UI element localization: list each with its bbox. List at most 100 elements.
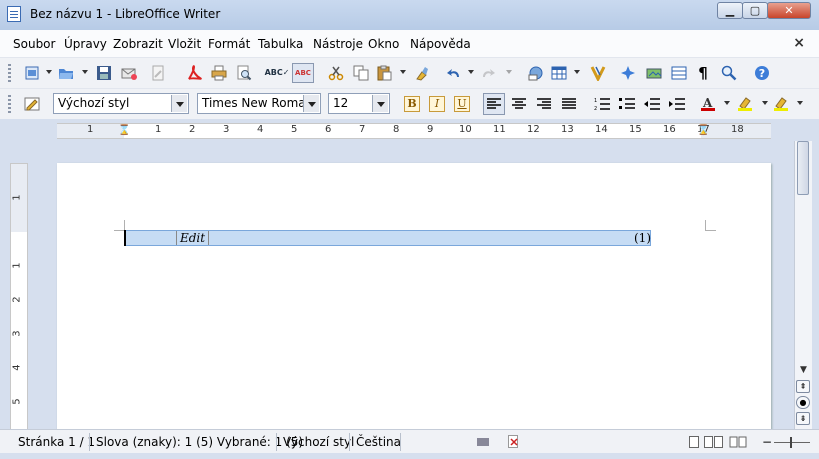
align-right-button[interactable] (536, 96, 552, 112)
new-document-icon[interactable] (24, 65, 40, 81)
background-color-dropdown-icon[interactable] (797, 101, 803, 105)
redo-dropdown-icon[interactable] (506, 70, 512, 74)
font-color-icon[interactable]: A (700, 96, 716, 112)
menu-nastroje[interactable]: Nástroje (313, 37, 363, 51)
navigator-icon[interactable] (620, 65, 636, 81)
single-page-view-icon[interactable] (689, 436, 699, 448)
cut-icon[interactable] (328, 65, 344, 81)
crop-mark-top-right (705, 220, 716, 231)
close-document-icon[interactable]: × (793, 35, 805, 51)
document-page[interactable] (57, 163, 771, 433)
print-preview-icon[interactable] (236, 65, 252, 81)
vertical-ruler[interactable]: 1 1 2 3 4 5 (10, 163, 28, 430)
zoom-slider-thumb[interactable] (790, 437, 792, 448)
menu-okno[interactable]: Okno (368, 37, 399, 51)
menu-upravy[interactable]: Úpravy (64, 37, 107, 51)
chevron-down-icon[interactable] (303, 95, 319, 112)
help-icon[interactable]: ? (754, 65, 770, 81)
toolbar-grip[interactable] (8, 64, 11, 82)
highlighting-icon[interactable] (737, 96, 753, 112)
menu-napoveda[interactable]: Nápověda (410, 37, 471, 51)
horizontal-ruler[interactable]: 1 1 2 3 4 5 6 7 8 9 10 11 12 13 14 15 16… (57, 123, 771, 139)
table-dropdown-icon[interactable] (574, 70, 580, 74)
highlighting-dropdown-icon[interactable] (762, 101, 768, 105)
italic-button[interactable]: I (429, 96, 445, 112)
menu-tabulka[interactable]: Tabulka (258, 37, 303, 51)
multi-page-view-icon[interactable] (704, 436, 724, 448)
menu-vlozit[interactable]: Vložit (168, 37, 201, 51)
previous-page-icon[interactable]: ⇞ (796, 380, 810, 393)
numbering-icon[interactable]: 12 (594, 96, 610, 112)
open-folder-icon[interactable] (58, 65, 74, 81)
paragraph-style-select[interactable]: Výchozí styl (53, 93, 189, 114)
ruler-number: 11 (493, 124, 506, 135)
paste-dropdown-icon[interactable] (400, 70, 406, 74)
right-indent-marker-icon[interactable]: ⌛ (697, 125, 709, 136)
undo-icon[interactable] (446, 65, 462, 81)
paste-icon[interactable] (376, 65, 392, 81)
background-color-icon[interactable] (773, 96, 789, 112)
show-draw-functions-icon[interactable] (590, 65, 606, 81)
ruler-number: 10 (459, 124, 472, 135)
chevron-down-icon[interactable] (171, 95, 187, 112)
book-view-icon[interactable] (729, 436, 747, 448)
hyperlink-icon[interactable] (528, 65, 544, 81)
align-left-button[interactable] (483, 93, 505, 115)
justify-button[interactable] (561, 96, 577, 112)
table-icon[interactable] (551, 65, 567, 81)
vertical-scrollbar[interactable]: ▲ ▼ ⇞ ● ⇟ (794, 141, 812, 429)
menu-soubor[interactable]: Soubor (13, 37, 55, 51)
word-count[interactable]: Slova (znaky): 1 (5) Vybrané: 1 (5) (96, 435, 303, 449)
underline-button[interactable]: U (454, 96, 470, 112)
menu-zobrazit[interactable]: Zobrazit (113, 37, 163, 51)
menu-format[interactable]: Formát (208, 37, 250, 51)
left-indent-marker-icon[interactable]: ⌛ (118, 125, 130, 136)
svg-text:A: A (702, 96, 713, 110)
edit-file-icon[interactable] (150, 65, 166, 81)
font-color-dropdown-icon[interactable] (724, 101, 730, 105)
window-controls: ▁ ▢ ✕ (717, 2, 811, 20)
zoom-out-icon[interactable]: − (762, 435, 772, 449)
edit-field[interactable]: Edit (176, 231, 209, 245)
undo-dropdown-icon[interactable] (468, 70, 474, 74)
page-count[interactable]: Stránka 1 / 1 (18, 435, 95, 449)
chevron-down-icon[interactable] (372, 95, 388, 112)
copy-icon[interactable] (353, 65, 369, 81)
navigation-icon[interactable]: ● (796, 396, 810, 409)
scrollbar-thumb[interactable] (797, 141, 809, 195)
maximize-button[interactable]: ▢ (742, 2, 768, 19)
bold-button[interactable]: B (404, 96, 420, 112)
print-icon[interactable] (211, 65, 227, 81)
align-center-button[interactable] (511, 96, 527, 112)
minimize-button[interactable]: ▁ (717, 2, 743, 19)
scroll-down-icon[interactable]: ▼ (796, 363, 811, 377)
document-modified-icon[interactable] (508, 435, 518, 448)
autospellcheck-toggle[interactable]: ABC (292, 63, 314, 83)
bullets-icon[interactable] (619, 96, 635, 112)
new-dropdown-icon[interactable] (46, 70, 52, 74)
close-button[interactable]: ✕ (767, 2, 811, 19)
selection-mode-icon[interactable] (477, 438, 489, 446)
page-style[interactable]: Výchozí styl (283, 435, 354, 449)
spellcheck-icon[interactable]: ABC✓ (265, 65, 290, 81)
clone-formatting-icon[interactable] (414, 65, 430, 81)
export-pdf-icon[interactable] (186, 65, 202, 81)
zoom-slider[interactable] (774, 442, 810, 443)
font-name-select[interactable]: Times New Roman (197, 93, 321, 114)
zoom-icon[interactable] (721, 65, 737, 81)
language[interactable]: Čeština (356, 435, 401, 449)
gallery-icon[interactable] (646, 65, 662, 81)
save-icon[interactable] (96, 65, 112, 81)
toolbar-grip[interactable] (8, 95, 11, 113)
decrease-indent-icon[interactable] (644, 96, 660, 112)
open-dropdown-icon[interactable] (82, 70, 88, 74)
email-document-icon[interactable] (121, 65, 137, 81)
styles-formatting-icon[interactable] (24, 96, 40, 112)
data-sources-icon[interactable] (671, 65, 687, 81)
next-page-icon[interactable]: ⇟ (796, 412, 810, 425)
redo-icon[interactable] (480, 65, 496, 81)
number-field[interactable]: (1) (634, 231, 651, 245)
font-size-select[interactable]: 12 (328, 93, 390, 114)
formatting-marks-icon[interactable]: ¶ (695, 65, 711, 81)
increase-indent-icon[interactable] (669, 96, 685, 112)
